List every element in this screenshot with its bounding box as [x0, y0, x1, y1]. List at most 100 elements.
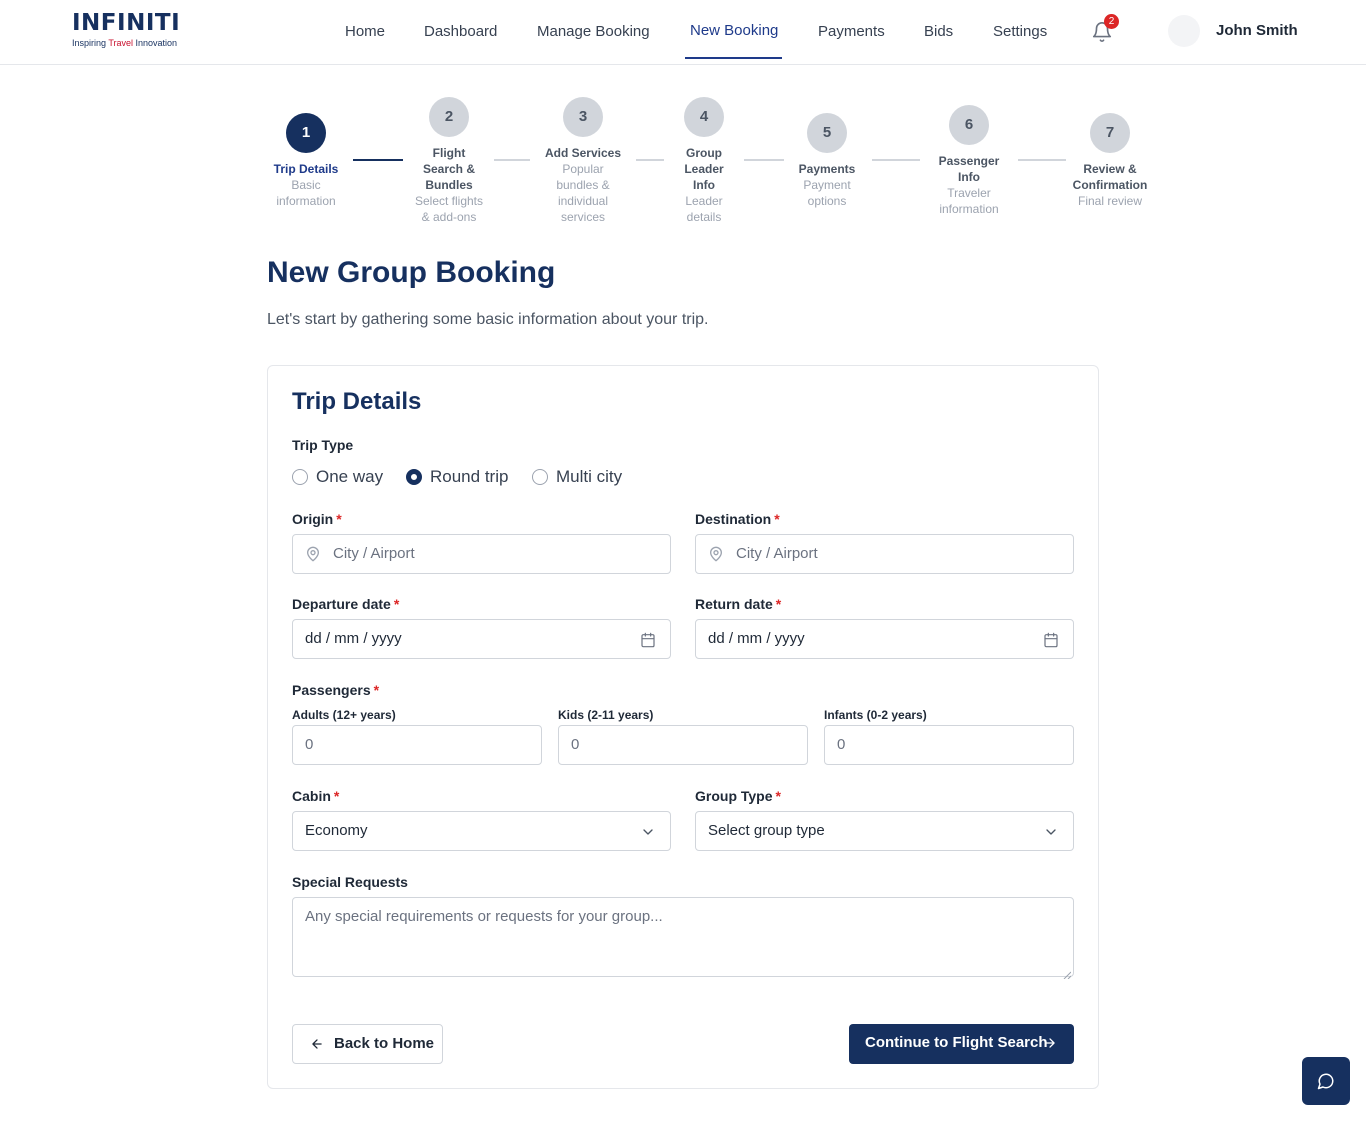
- step-connector-6: [1018, 159, 1066, 161]
- step-subtitle: Leader details: [685, 194, 723, 224]
- infiniti-logo[interactable]: INFINITI Inspiring Travel Innovation: [72, 10, 180, 48]
- kids-field[interactable]: [558, 725, 808, 765]
- required-mark: *: [775, 596, 782, 612]
- required-mark: *: [333, 788, 340, 804]
- step-connector-3: [636, 159, 664, 161]
- chat-button[interactable]: [1302, 1057, 1350, 1105]
- step-group-leader[interactable]: 4 Group Leader Info Leader details: [669, 97, 739, 225]
- step-flight-search[interactable]: 2 Flight Search & Bundles Select flights & …: [404, 97, 494, 225]
- trip-type-label: Trip Type: [292, 437, 354, 453]
- logo-tagline-prefix: Inspiring: [72, 38, 109, 48]
- step-payments[interactable]: 5 Payments Payment options: [787, 113, 867, 209]
- step-subtitle: Payment options: [803, 178, 851, 208]
- special-requests-field[interactable]: [292, 897, 1074, 980]
- step-add-services[interactable]: 3 Add Services Popular bundles & individua…: [533, 97, 633, 225]
- location-pin-icon: [708, 546, 724, 562]
- nav-new-booking[interactable]: New Booking: [690, 22, 778, 39]
- required-mark: *: [393, 596, 400, 612]
- nav-dashboard[interactable]: Dashboard: [424, 23, 497, 40]
- radio-indicator: [532, 469, 548, 485]
- step-number: 4: [684, 97, 724, 137]
- step-connector-1: [353, 159, 403, 161]
- radio-indicator: [292, 469, 308, 485]
- cabin-select[interactable]: Economy: [292, 811, 671, 851]
- infants-field[interactable]: [824, 725, 1074, 765]
- arrow-right-icon: [1043, 1036, 1057, 1050]
- radio-label: Multi city: [556, 467, 623, 486]
- step-title: Passenger Info: [938, 154, 1000, 184]
- back-button-label: Back to Home: [334, 1035, 435, 1052]
- chevron-down-icon: [640, 824, 656, 840]
- step-subtitle: Traveler information: [939, 186, 999, 216]
- step-subtitle: Basic information: [276, 178, 336, 208]
- radio-round-trip[interactable]: Round trip: [406, 466, 516, 488]
- step-subtitle: Select flights & add-ons: [414, 194, 484, 224]
- step-number: 2: [429, 97, 469, 137]
- kids-input[interactable]: [571, 726, 791, 764]
- avatar[interactable]: [1168, 15, 1200, 47]
- page-title: New Group Booking: [267, 256, 556, 289]
- step-number: 1: [286, 113, 326, 153]
- radio-one-way[interactable]: One way: [292, 466, 387, 488]
- logo-tagline-suffix: Innovation: [133, 38, 178, 48]
- step-trip-details[interactable]: 1 Trip Details Basic information: [256, 113, 356, 209]
- required-mark: *: [774, 511, 780, 527]
- step-number: 5: [807, 113, 847, 153]
- calendar-icon[interactable]: [1043, 632, 1059, 648]
- nav-home[interactable]: Home: [345, 23, 385, 40]
- special-requests-textarea[interactable]: [293, 898, 1073, 976]
- continue-to-flight-search-button[interactable]: Continue to Flight Search: [849, 1024, 1074, 1064]
- user-name[interactable]: John Smith: [1216, 22, 1298, 39]
- required-mark: *: [775, 788, 781, 804]
- group-type-selected-value: Select group type: [708, 822, 825, 839]
- destination-input[interactable]: [736, 535, 1056, 573]
- card-title: Trip Details: [292, 388, 422, 415]
- adults-input[interactable]: [305, 726, 525, 764]
- step-connector-5: [872, 159, 920, 161]
- step-passenger-info[interactable]: 6 Passenger Info Traveler information: [924, 105, 1014, 217]
- infants-input[interactable]: [837, 726, 1057, 764]
- departure-date-field[interactable]: dd / mm / yyyy: [292, 619, 671, 659]
- notification-badge: 2: [1104, 14, 1119, 29]
- step-review[interactable]: 7 Review & Confirmation Final review: [1062, 113, 1158, 209]
- departure-date-label: Departure date *: [292, 596, 400, 612]
- nav-settings[interactable]: Settings: [993, 23, 1047, 40]
- radio-label: Round trip: [430, 467, 509, 486]
- resize-handle-icon[interactable]: [1063, 966, 1072, 980]
- back-to-home-button[interactable]: Back to Home: [292, 1024, 443, 1064]
- origin-field[interactable]: [292, 534, 671, 574]
- adults-label: Adults (12+ years): [292, 708, 396, 722]
- step-connector-4: [744, 159, 784, 161]
- radio-indicator: [406, 469, 422, 485]
- chat-bubble-icon: [1317, 1073, 1334, 1090]
- nav-manage-booking[interactable]: Manage Booking: [537, 23, 650, 40]
- trip-details-card: Trip Details Trip Type One way Round tri…: [267, 365, 1099, 1089]
- cabin-selected-value: Economy: [305, 822, 368, 839]
- destination-field[interactable]: [695, 534, 1074, 574]
- return-date-field[interactable]: dd / mm / yyyy: [695, 619, 1074, 659]
- kids-label: Kids (2-11 years): [558, 708, 654, 722]
- required-mark: *: [336, 511, 342, 527]
- return-date-label: Return date *: [695, 596, 782, 612]
- nav-payments[interactable]: Payments: [818, 23, 885, 40]
- radio-label: One way: [316, 467, 384, 486]
- step-subtitle: Popular bundles & individual services: [556, 162, 610, 224]
- step-title: Review & Confirmation: [1072, 162, 1148, 192]
- step-number: 3: [563, 97, 603, 137]
- radio-multi-city[interactable]: Multi city: [532, 466, 632, 488]
- step-title: Trip Details: [273, 162, 339, 176]
- nav-bids[interactable]: Bids: [924, 23, 953, 40]
- calendar-icon[interactable]: [640, 632, 656, 648]
- logo-tagline-accent: Travel: [108, 38, 134, 48]
- step-title: Group Leader Info: [684, 146, 724, 192]
- step-number: 6: [949, 105, 989, 145]
- top-header: INFINITI Inspiring Travel Innovation Hom…: [0, 0, 1366, 65]
- step-title: Add Services: [544, 146, 622, 160]
- logo-tagline: Inspiring Travel Innovation: [72, 38, 180, 48]
- group-type-select[interactable]: Select group type: [695, 811, 1074, 851]
- adults-field[interactable]: [292, 725, 542, 765]
- step-title: Flight Search & Bundles: [422, 146, 476, 192]
- group-type-label: Group Type *: [695, 788, 781, 804]
- cabin-label: Cabin *: [292, 788, 340, 804]
- origin-input[interactable]: [333, 535, 653, 573]
